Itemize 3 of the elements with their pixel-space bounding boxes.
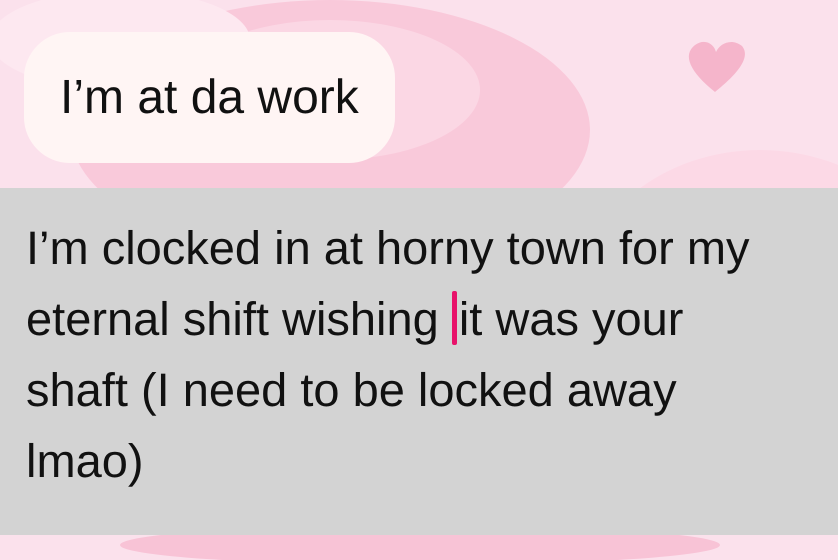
message-bubble: I’m at da work [24,32,395,163]
text-cursor [452,291,457,345]
message-input[interactable]: I’m clocked in at horny town for my eternal shift wishing it was your shaft (I need to be locked away lmao) [0,188,838,535]
